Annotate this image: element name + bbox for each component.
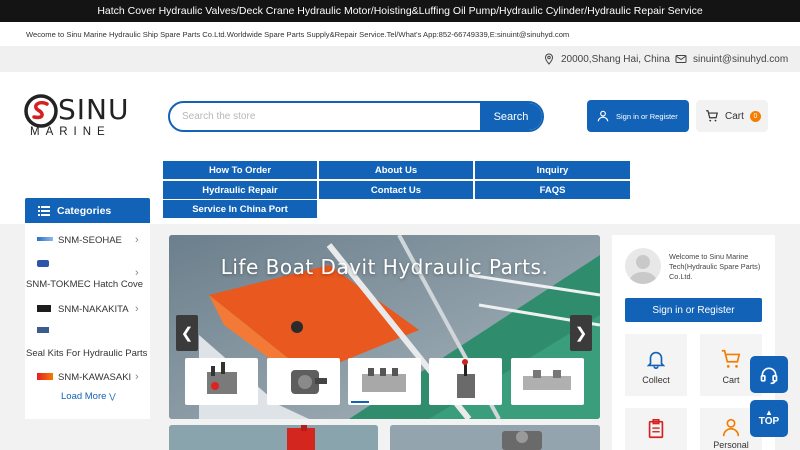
back-to-top-button[interactable]: ▲ TOP [750, 400, 788, 437]
thumbnail-lever-valve-image [457, 359, 475, 398]
collect-tile[interactable]: Collect [625, 334, 687, 396]
nav-service-china-port[interactable]: Service In China Port [163, 200, 317, 218]
email-item[interactable]: sinuint@sinuhyd.com [675, 53, 788, 65]
collect-label: Collect [642, 375, 670, 385]
site-logo[interactable]: SINU MARINE [24, 92, 128, 140]
category-label: Seal Kits For Hydraulic Parts [26, 348, 148, 359]
cart-label: Cart [725, 110, 744, 122]
category-label: SNM-SEOHAE [58, 235, 122, 246]
chevron-right-icon: › [135, 234, 139, 246]
banner-thumbnail[interactable] [348, 358, 421, 405]
featured-motor-image [390, 425, 600, 450]
orders-tile[interactable] [625, 408, 687, 450]
categories-title: Categories [57, 204, 112, 217]
search-bar: Search [168, 101, 544, 132]
user-icon [597, 110, 609, 122]
list-icon [38, 205, 50, 216]
address-item: 20000,Shang Hai, China [543, 53, 670, 65]
banner-thumbnail[interactable] [185, 358, 258, 405]
hero-banner[interactable]: Life Boat Davit Hydraulic Parts. ❮ ❯ [169, 235, 600, 419]
logo-mark-icon [24, 94, 58, 128]
thumbnail-active-indicator [351, 401, 369, 403]
bell-icon [646, 351, 666, 369]
logo-brand: SINU [58, 93, 130, 126]
cart-icon [706, 110, 718, 122]
banner-prev-button[interactable]: ❮ [176, 315, 198, 351]
search-button[interactable]: Search [480, 103, 542, 130]
nav-inquiry[interactable]: Inquiry [475, 161, 630, 179]
panel-signin-button[interactable]: Sign in or Register [625, 298, 762, 322]
personal-label: Personal [713, 440, 749, 450]
location-pin-icon [544, 53, 554, 65]
category-label: SNM-KAWASAKI [58, 372, 132, 383]
chevron-right-icon: › [135, 303, 139, 315]
cart-count-badge: 0 [749, 110, 761, 122]
clipboard-icon [648, 419, 664, 439]
chevron-right-icon: › [135, 371, 139, 383]
mail-icon [675, 55, 687, 63]
banner-title: Life Boat Davit Hydraulic Parts. [220, 255, 549, 279]
thumbnail-cylinder-image [523, 370, 571, 390]
load-more-label: Load More [61, 391, 107, 402]
chevron-right-icon: › [135, 267, 139, 279]
thumbnail-motor-image [291, 370, 327, 394]
welcome-bar: Wecome to Sinu Marine Hydraulic Ship Spa… [0, 22, 800, 46]
cart-icon [721, 349, 741, 368]
category-item-tokmec[interactable]: › SNM-TOKMEC Hatch Cove [25, 260, 150, 292]
category-item-kawasaki[interactable]: SNM-KAWASAKI › [25, 370, 150, 384]
categories-header[interactable]: Categories [25, 198, 150, 223]
address-text: 20000,Shang Hai, China [561, 53, 670, 65]
welcome-text: Wecome to Sinu Marine Hydraulic Ship Spa… [26, 29, 570, 39]
category-item-seal-kits[interactable]: Seal Kits For Hydraulic Parts [25, 327, 150, 359]
logo-sub: MARINE [30, 126, 111, 138]
seal-kits-logo-icon [37, 327, 49, 333]
nav-how-to-order[interactable]: How To Order [163, 161, 317, 179]
top-label: TOP [758, 416, 780, 427]
nav-contact-us[interactable]: Contact Us [319, 181, 473, 199]
category-label: SNM-NAKAKITA [58, 304, 129, 315]
customer-service-button[interactable] [750, 356, 788, 393]
cart-button[interactable]: Cart 0 [696, 100, 768, 132]
banner-next-button[interactable]: ❯ [570, 315, 592, 351]
seohae-logo-icon [37, 237, 53, 241]
category-item-nakakita[interactable]: SNM-NAKAKITA › [25, 302, 150, 316]
cart-tile-label: Cart [722, 375, 740, 385]
person-icon [722, 418, 740, 437]
tokmec-logo-icon [37, 260, 49, 267]
featured-image-left[interactable] [169, 425, 378, 450]
avatar-placeholder-icon [629, 255, 657, 284]
nav-hydraulic-repair[interactable]: Hydraulic Repair [163, 181, 317, 199]
featured-pump-image [169, 425, 378, 450]
thumbnail-valve-image [207, 362, 237, 394]
nav-about-us[interactable]: About Us [319, 161, 473, 179]
category-label: SNM-TOKMEC Hatch Cove [26, 279, 144, 290]
banner-thumbnail[interactable] [429, 358, 502, 405]
contact-bar: 20000,Shang Hai, China sinuint@sinuhyd.c… [0, 46, 800, 72]
nakakita-logo-icon [37, 305, 51, 312]
thumbnail-valve-block-image [362, 368, 406, 392]
avatar [625, 248, 661, 284]
kawasaki-logo-icon [37, 373, 53, 380]
banner-thumbnail[interactable] [267, 358, 340, 405]
banner-thumbnail[interactable] [511, 358, 584, 405]
signin-register-button[interactable]: Sign in or Register [587, 100, 689, 132]
double-chevron-down-icon: ⋁ [109, 392, 116, 401]
load-more-link[interactable]: Load More ⋁ [61, 391, 116, 402]
email-text: sinuint@sinuhyd.com [693, 53, 789, 65]
nav-faqs[interactable]: FAQS [475, 181, 630, 199]
featured-image-right[interactable] [390, 425, 600, 450]
category-item-seohae[interactable]: SNM-SEOHAE › [25, 233, 150, 247]
signin-label: Sign in or Register [616, 111, 678, 121]
announcement-text: Hatch Cover Hydraulic Valves/Deck Crane … [97, 5, 703, 17]
search-input[interactable] [170, 103, 480, 130]
top-announcement-bar: Hatch Cover Hydraulic Valves/Deck Crane … [0, 0, 800, 22]
panel-welcome-text: Welcome to Sinu Marine Tech(Hydraulic Sp… [669, 252, 761, 281]
categories-list: SNM-SEOHAE › › SNM-TOKMEC Hatch Cove SNM… [25, 223, 150, 419]
headset-icon [760, 367, 778, 384]
